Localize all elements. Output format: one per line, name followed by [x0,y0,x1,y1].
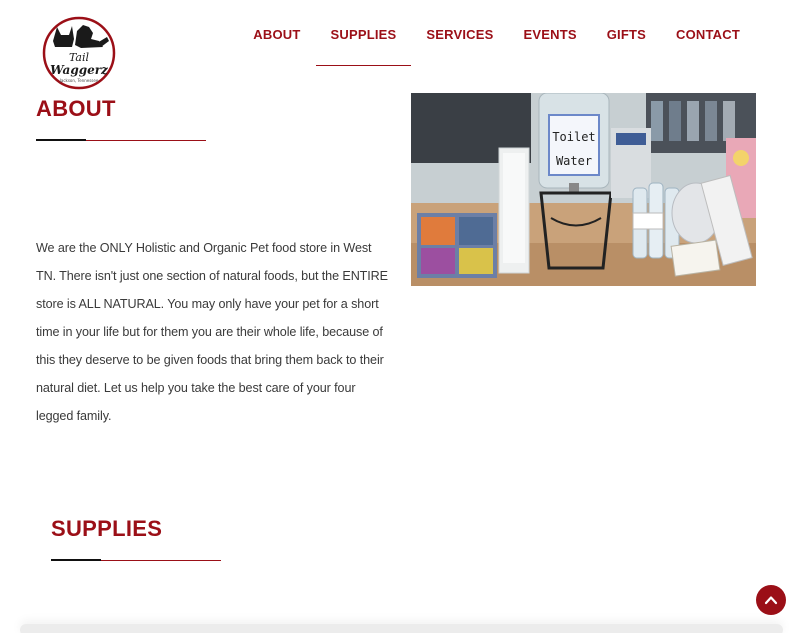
page: Tail Waggerz Jackson, Tennessee ABOUT SU… [0,0,803,633]
about-heading-divider [36,139,206,141]
store-photo: Toilet Water [411,93,756,286]
nav-item-gifts[interactable]: GIFTS [592,0,661,66]
about-description: We are the ONLY Holistic and Organic Pet… [36,241,388,423]
nav-item-events[interactable]: EVENTS [509,0,592,66]
nav-item-services[interactable]: SERVICES [411,0,508,66]
nav-item-supplies[interactable]: SUPPLIES [315,0,412,66]
chevron-up-icon [764,596,778,605]
logo-line2: Waggerz [50,63,109,77]
supplies-heading-divider [51,559,221,561]
sign-line1: Toilet [552,130,595,144]
sign-line2: Water [556,154,592,168]
main-nav: ABOUT SUPPLIES SERVICES EVENTS GIFTS CON… [238,0,755,66]
logo-tagline: Jackson, Tennessee [59,78,99,83]
nav-item-about[interactable]: ABOUT [238,0,315,66]
site-logo[interactable]: Tail Waggerz Jackson, Tennessee [41,11,117,93]
nav-item-contact[interactable]: CONTACT [661,0,755,66]
about-heading: ABOUT [36,96,116,121]
back-to-top-button[interactable] [756,585,786,615]
supplies-heading: SUPPLIES [51,516,163,541]
section-card-edge [20,624,783,633]
